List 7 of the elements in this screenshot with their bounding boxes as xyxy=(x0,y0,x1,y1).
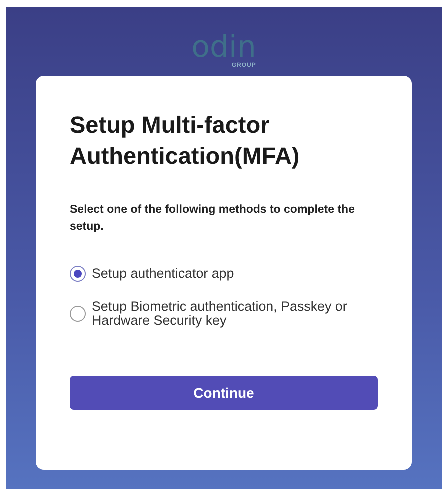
instruction-text: Select one of the following methods to complete the setup. xyxy=(70,203,356,235)
continue-button[interactable]: Continue xyxy=(70,376,378,410)
radio-button[interactable] xyxy=(70,266,86,282)
option-label[interactable]: Setup authenticator app xyxy=(92,267,234,281)
page-title: Setup Multi-factor Authentication(MFA) xyxy=(70,111,301,171)
option-label[interactable]: Setup Biometric authentication, Passkey or Hardware Security key xyxy=(92,300,378,328)
radio-button[interactable] xyxy=(70,306,86,322)
